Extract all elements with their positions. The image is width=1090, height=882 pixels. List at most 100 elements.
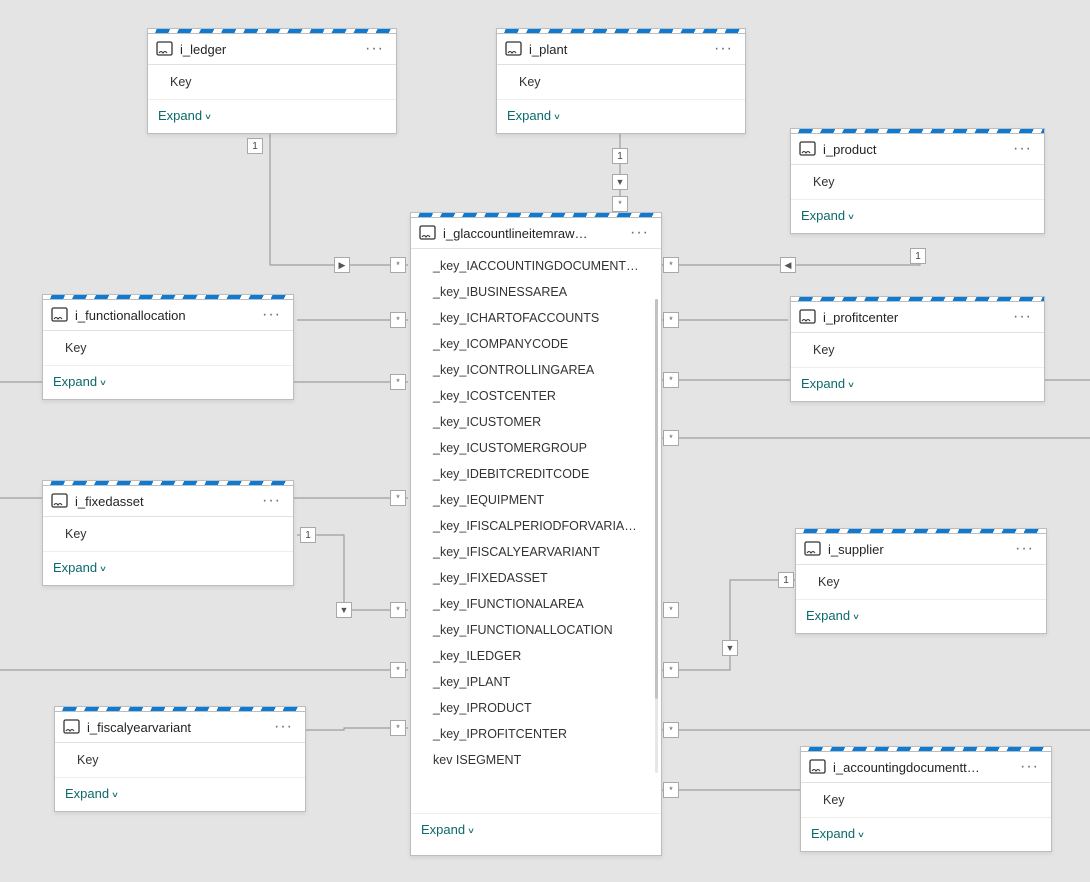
field-item[interactable]: _key_ICOSTCENTER <box>411 383 661 409</box>
field-item[interactable]: _key_IACCOUNTINGDOCUMENTT… <box>411 253 661 279</box>
field-item[interactable]: _key_ICUSTOMER <box>411 409 661 435</box>
field-item[interactable]: _key_IDEBITCREDITCODE <box>411 461 661 487</box>
cardinality-many: * <box>663 430 679 446</box>
node-title: i_accountingdocumentt… <box>827 760 1018 775</box>
expand-button[interactable]: Expand∨ <box>43 551 293 585</box>
cardinality-one: 1 <box>910 248 926 264</box>
field-list[interactable]: _key_IACCOUNTINGDOCUMENTT…_key_IBUSINESS… <box>411 249 661 813</box>
expand-button[interactable]: Expand∨ <box>411 813 661 847</box>
more-button[interactable]: ··· <box>260 492 283 510</box>
field-key: Key <box>791 337 1044 363</box>
table-icon <box>804 541 822 557</box>
cardinality-many: * <box>663 602 679 618</box>
node-title: i_plant <box>523 42 712 57</box>
field-key: Key <box>796 569 1046 595</box>
arrow-icon: ◀ <box>780 257 796 273</box>
field-item[interactable]: _key_IBUSINESSAREA <box>411 279 661 305</box>
field-item[interactable]: _key_IEQUIPMENT <box>411 487 661 513</box>
table-icon <box>799 141 817 157</box>
field-key: Key <box>497 69 745 95</box>
expand-button[interactable]: Expand∨ <box>791 199 1044 233</box>
field-item[interactable]: _key_IFIXEDASSET <box>411 565 661 591</box>
table-node-plant[interactable]: i_plant ··· Key Expand∨ <box>496 28 746 134</box>
cardinality-many: * <box>390 720 406 736</box>
table-node-glaccountlineitemraw[interactable]: i_glaccountlineitemraw… ··· _key_IACCOUN… <box>410 212 662 856</box>
cardinality-many: * <box>390 374 406 390</box>
more-button[interactable]: ··· <box>1018 758 1041 776</box>
table-node-supplier[interactable]: i_supplier ··· Key Expand∨ <box>795 528 1047 634</box>
table-icon <box>63 719 81 735</box>
expand-button[interactable]: Expand∨ <box>796 599 1046 633</box>
scrollbar-thumb[interactable] <box>655 299 658 699</box>
field-item[interactable]: _key_IFUNCTIONALLOCATION <box>411 617 661 643</box>
more-button[interactable]: ··· <box>363 40 386 58</box>
expand-button[interactable]: Expand∨ <box>43 365 293 399</box>
node-title: i_product <box>817 142 1011 157</box>
cardinality-many: * <box>663 312 679 328</box>
table-icon <box>51 493 69 509</box>
cardinality-many: * <box>390 662 406 678</box>
expand-button[interactable]: Expand∨ <box>55 777 305 811</box>
cardinality-many: * <box>663 782 679 798</box>
cardinality-many: * <box>390 312 406 328</box>
table-icon <box>51 307 69 323</box>
node-title: i_ledger <box>174 42 363 57</box>
cardinality-many: * <box>390 257 406 273</box>
field-key: Key <box>43 335 293 361</box>
more-button[interactable]: ··· <box>272 718 295 736</box>
table-node-functionallocation[interactable]: i_functionallocation ··· Key Expand∨ <box>42 294 294 400</box>
table-node-fiscalyearvariant[interactable]: i_fiscalyearvariant ··· Key Expand∨ <box>54 706 306 812</box>
expand-button[interactable]: Expand∨ <box>791 367 1044 401</box>
more-button[interactable]: ··· <box>1011 140 1034 158</box>
cardinality-one: 1 <box>247 138 263 154</box>
field-item[interactable]: _key_IPROFITCENTER <box>411 721 661 747</box>
table-node-profitcenter[interactable]: i_profitcenter ··· Key Expand∨ <box>790 296 1045 402</box>
field-key: Key <box>55 747 305 773</box>
expand-button[interactable]: Expand∨ <box>801 817 1051 851</box>
more-button[interactable]: ··· <box>628 224 651 242</box>
field-item[interactable]: _key_IFUNCTIONALAREA <box>411 591 661 617</box>
arrow-icon: ▼ <box>722 640 738 656</box>
cardinality-many: * <box>390 490 406 506</box>
more-button[interactable]: ··· <box>712 40 735 58</box>
cardinality-many: * <box>612 196 628 212</box>
table-icon <box>156 41 174 57</box>
table-node-product[interactable]: i_product ··· Key Expand∨ <box>790 128 1045 234</box>
expand-button[interactable]: Expand∨ <box>148 99 396 133</box>
field-key: Key <box>43 521 293 547</box>
node-title: i_supplier <box>822 542 1013 557</box>
more-button[interactable]: ··· <box>1011 308 1034 326</box>
more-button[interactable]: ··· <box>260 306 283 324</box>
table-icon <box>809 759 827 775</box>
field-item[interactable]: _key_IFISCALPERIODFORVARIANT <box>411 513 661 539</box>
field-key: Key <box>791 169 1044 195</box>
field-item[interactable]: _key_ICOMPANYCODE <box>411 331 661 357</box>
field-item[interactable]: _key_ICONTROLLINGAREA <box>411 357 661 383</box>
table-icon <box>799 309 817 325</box>
table-icon <box>419 225 437 241</box>
arrow-icon: ▶ <box>334 257 350 273</box>
cardinality-one: 1 <box>778 572 794 588</box>
field-item[interactable]: _key_ICHARTOFACCOUNTS <box>411 305 661 331</box>
field-item[interactable]: _key_IPRODUCT <box>411 695 661 721</box>
field-item[interactable]: kev ISEGMENT <box>411 747 661 773</box>
table-icon <box>505 41 523 57</box>
field-item[interactable]: _key_ILEDGER <box>411 643 661 669</box>
field-item[interactable]: _key_IFISCALYEARVARIANT <box>411 539 661 565</box>
table-node-fixedasset[interactable]: i_fixedasset ··· Key Expand∨ <box>42 480 294 586</box>
expand-button[interactable]: Expand∨ <box>497 99 745 133</box>
node-title: i_profitcenter <box>817 310 1011 325</box>
arrow-icon: ▼ <box>336 602 352 618</box>
cardinality-many: * <box>663 662 679 678</box>
table-node-accountingdocument[interactable]: i_accountingdocumentt… ··· Key Expand∨ <box>800 746 1052 852</box>
cardinality-many: * <box>663 372 679 388</box>
field-item[interactable]: _key_IPLANT <box>411 669 661 695</box>
arrow-icon: ▼ <box>612 174 628 190</box>
table-node-ledger[interactable]: i_ledger ··· Key Expand∨ <box>147 28 397 134</box>
cardinality-many: * <box>663 257 679 273</box>
cardinality-one: 1 <box>300 527 316 543</box>
field-key: Key <box>801 787 1051 813</box>
more-button[interactable]: ··· <box>1013 540 1036 558</box>
node-title: i_functionallocation <box>69 308 260 323</box>
field-item[interactable]: _key_ICUSTOMERGROUP <box>411 435 661 461</box>
